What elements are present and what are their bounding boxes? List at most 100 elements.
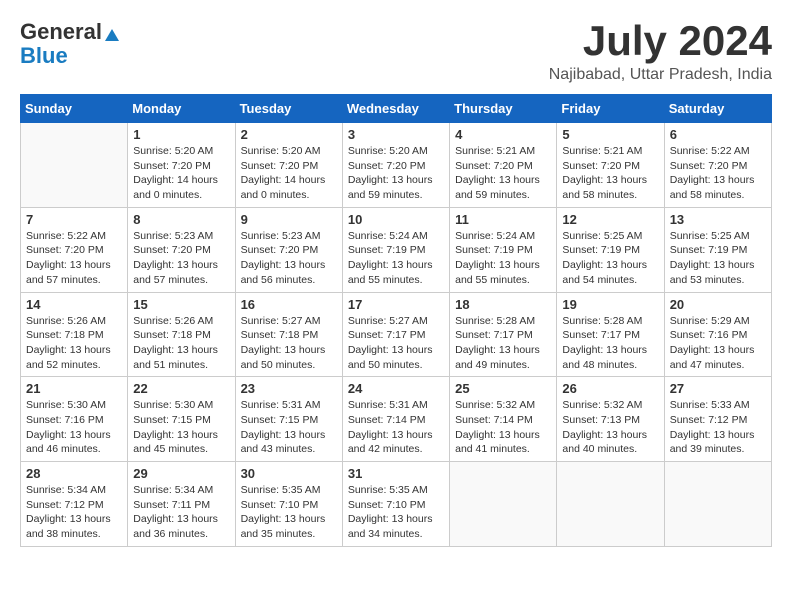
table-row: 11Sunrise: 5:24 AM Sunset: 7:19 PM Dayli… [450, 207, 557, 292]
day-number: 27 [670, 381, 766, 396]
page-header: General Blue July 2024 Najibabad, Uttar … [20, 20, 772, 84]
logo-blue: Blue [20, 43, 68, 68]
table-row: 9Sunrise: 5:23 AM Sunset: 7:20 PM Daylig… [235, 207, 342, 292]
calendar-week-row: 14 Sunrise: 5:26 AM Sunset: 7:18 PM Dayli… [21, 292, 772, 377]
day-info: Sunrise: 5:35 AM Sunset: 7:10 PM Dayligh… [241, 483, 337, 542]
day-number: 23 [241, 381, 337, 396]
logo-icon [105, 29, 119, 41]
title-area: July 2024 Najibabad, Uttar Pradesh, Indi… [549, 20, 772, 84]
day-info: Sunrise: 5:28 AM Sunset: 7:17 PM Dayligh… [455, 314, 551, 373]
day-number: 5 [562, 127, 658, 142]
day-info: Sunrise: 5:20 AM Sunset: 7:20 PM Dayligh… [348, 144, 444, 203]
table-row: 28 Sunrise: 5:34 AM Sunset: 7:12 PM Dayli… [21, 462, 128, 547]
table-row: 31 Sunrise: 5:35 AM Sunset: 7:10 PM Dayli… [342, 462, 449, 547]
col-monday: Monday [128, 95, 235, 123]
day-number: 31 [348, 466, 444, 481]
day-number: 13 [670, 212, 766, 227]
day-number: 2 [241, 127, 337, 142]
day-info: Sunrise: 5:20 AM Sunset: 7:20 PM Dayligh… [241, 144, 337, 203]
day-info: Sunrise: 5:27 AM Sunset: 7:18 PM Dayligh… [241, 314, 337, 373]
table-row: 1 Sunrise: 5:20 AM Sunset: 7:20 PM Daylig… [128, 123, 235, 208]
day-number: 18 [455, 297, 551, 312]
table-row: 10 Sunrise: 5:24 AM Sunset: 7:19 PM Dayli… [342, 207, 449, 292]
day-info: Sunrise: 5:30 AM Sunset: 7:16 PM Dayligh… [26, 398, 122, 457]
day-number: 19 [562, 297, 658, 312]
col-tuesday: Tuesday [235, 95, 342, 123]
day-info: Sunrise: 5:21 AM Sunset: 7:20 PM Dayligh… [562, 144, 658, 203]
col-wednesday: Wednesday [342, 95, 449, 123]
table-row: 8 Sunrise: 5:23 AM Sunset: 7:20 PM Daylig… [128, 207, 235, 292]
day-info: Sunrise: 5:29 AM Sunset: 7:16 PM Dayligh… [670, 314, 766, 373]
day-info: Sunrise: 5:34 AM Sunset: 7:12 PM Dayligh… [26, 483, 122, 542]
day-number: 17 [348, 297, 444, 312]
day-info: Sunrise: 5:28 AM Sunset: 7:17 PM Dayligh… [562, 314, 658, 373]
calendar-header-row: Sunday Monday Tuesday Wednesday Thursday… [21, 95, 772, 123]
day-number: 10 [348, 212, 444, 227]
table-row: 5 Sunrise: 5:21 AM Sunset: 7:20 PM Daylig… [557, 123, 664, 208]
day-number: 11 [455, 212, 551, 227]
calendar-week-row: 21 Sunrise: 5:30 AM Sunset: 7:16 PM Dayli… [21, 377, 772, 462]
table-row: 6Sunrise: 5:22 AM Sunset: 7:20 PM Daylig… [664, 123, 771, 208]
table-row: 19 Sunrise: 5:28 AM Sunset: 7:17 PM Dayli… [557, 292, 664, 377]
table-row: 18 Sunrise: 5:28 AM Sunset: 7:17 PM Dayli… [450, 292, 557, 377]
col-thursday: Thursday [450, 95, 557, 123]
day-number: 3 [348, 127, 444, 142]
day-number: 6 [670, 127, 766, 142]
table-row: 16 Sunrise: 5:27 AM Sunset: 7:18 PM Dayli… [235, 292, 342, 377]
day-number: 22 [133, 381, 229, 396]
table-row: 24Sunrise: 5:31 AM Sunset: 7:14 PM Dayli… [342, 377, 449, 462]
table-row: 23 Sunrise: 5:31 AM Sunset: 7:15 PM Dayli… [235, 377, 342, 462]
day-number: 16 [241, 297, 337, 312]
day-number: 25 [455, 381, 551, 396]
calendar-week-row: 7Sunrise: 5:22 AM Sunset: 7:20 PM Daylig… [21, 207, 772, 292]
col-friday: Friday [557, 95, 664, 123]
calendar: Sunday Monday Tuesday Wednesday Thursday… [20, 94, 772, 547]
location-title: Najibabad, Uttar Pradesh, India [549, 66, 772, 84]
table-row: 3 Sunrise: 5:20 AM Sunset: 7:20 PM Daylig… [342, 123, 449, 208]
table-row: 30 Sunrise: 5:35 AM Sunset: 7:10 PM Dayli… [235, 462, 342, 547]
table-row: 25 Sunrise: 5:32 AM Sunset: 7:14 PM Dayli… [450, 377, 557, 462]
day-number: 15 [133, 297, 229, 312]
day-number: 29 [133, 466, 229, 481]
table-row: 12Sunrise: 5:25 AM Sunset: 7:19 PM Dayli… [557, 207, 664, 292]
day-number: 20 [670, 297, 766, 312]
table-row: 21 Sunrise: 5:30 AM Sunset: 7:16 PM Dayli… [21, 377, 128, 462]
day-number: 12 [562, 212, 658, 227]
table-row [557, 462, 664, 547]
day-info: Sunrise: 5:32 AM Sunset: 7:13 PM Dayligh… [562, 398, 658, 457]
day-info: Sunrise: 5:25 AM Sunset: 7:19 PM Dayligh… [670, 229, 766, 288]
day-info: Sunrise: 5:21 AM Sunset: 7:20 PM Dayligh… [455, 144, 551, 203]
day-info: Sunrise: 5:32 AM Sunset: 7:14 PM Dayligh… [455, 398, 551, 457]
day-info: Sunrise: 5:30 AM Sunset: 7:15 PM Dayligh… [133, 398, 229, 457]
day-info: Sunrise: 5:34 AM Sunset: 7:11 PM Dayligh… [133, 483, 229, 542]
day-info: Sunrise: 5:26 AM Sunset: 7:18 PM Dayligh… [26, 314, 122, 373]
day-info: Sunrise: 5:24 AM Sunset: 7:19 PM Dayligh… [348, 229, 444, 288]
day-number: 30 [241, 466, 337, 481]
calendar-week-row: 28 Sunrise: 5:34 AM Sunset: 7:12 PM Dayli… [21, 462, 772, 547]
table-row: 4 Sunrise: 5:21 AM Sunset: 7:20 PM Daylig… [450, 123, 557, 208]
day-number: 8 [133, 212, 229, 227]
table-row: 29 Sunrise: 5:34 AM Sunset: 7:11 PM Dayli… [128, 462, 235, 547]
col-saturday: Saturday [664, 95, 771, 123]
day-number: 28 [26, 466, 122, 481]
table-row: 17 Sunrise: 5:27 AM Sunset: 7:17 PM Dayli… [342, 292, 449, 377]
table-row: 20 Sunrise: 5:29 AM Sunset: 7:16 PM Dayli… [664, 292, 771, 377]
day-info: Sunrise: 5:35 AM Sunset: 7:10 PM Dayligh… [348, 483, 444, 542]
day-info: Sunrise: 5:20 AM Sunset: 7:20 PM Dayligh… [133, 144, 229, 203]
table-row: 14 Sunrise: 5:26 AM Sunset: 7:18 PM Dayli… [21, 292, 128, 377]
day-info: Sunrise: 5:23 AM Sunset: 7:20 PM Dayligh… [133, 229, 229, 288]
table-row: 13 Sunrise: 5:25 AM Sunset: 7:19 PM Dayli… [664, 207, 771, 292]
day-number: 21 [26, 381, 122, 396]
table-row: 15 Sunrise: 5:26 AM Sunset: 7:18 PM Dayli… [128, 292, 235, 377]
day-info: Sunrise: 5:27 AM Sunset: 7:17 PM Dayligh… [348, 314, 444, 373]
day-info: Sunrise: 5:31 AM Sunset: 7:14 PM Dayligh… [348, 398, 444, 457]
day-number: 1 [133, 127, 229, 142]
day-info: Sunrise: 5:31 AM Sunset: 7:15 PM Dayligh… [241, 398, 337, 457]
day-number: 14 [26, 297, 122, 312]
calendar-week-row: 1 Sunrise: 5:20 AM Sunset: 7:20 PM Daylig… [21, 123, 772, 208]
table-row [21, 123, 128, 208]
table-row [450, 462, 557, 547]
day-info: Sunrise: 5:26 AM Sunset: 7:18 PM Dayligh… [133, 314, 229, 373]
day-number: 4 [455, 127, 551, 142]
table-row: 7Sunrise: 5:22 AM Sunset: 7:20 PM Daylig… [21, 207, 128, 292]
